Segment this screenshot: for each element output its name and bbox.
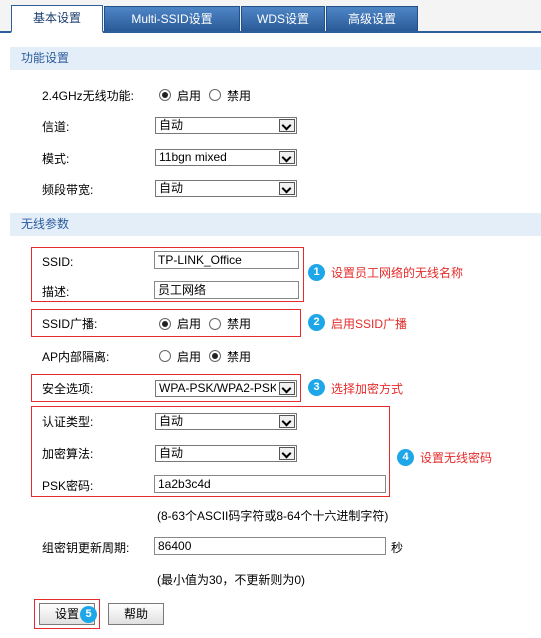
annotation-text-2: 启用SSID广播 [331,317,408,331]
annotation-text-4: 设置无线密码 [420,451,493,465]
mode-label: 模式: [42,152,70,166]
annotation-badge-1: 1 [308,264,325,281]
security-select-value: WPA-PSK/WPA2-PSK [159,381,276,395]
chevron-down-icon [279,415,295,428]
broadcast-disable-radio[interactable] [209,318,221,330]
security-label: 安全选项: [42,382,94,396]
group-key-renew-input[interactable]: 86400 [154,537,386,555]
broadcast-disable-label: 禁用 [227,317,252,331]
annotation-badge-3: 3 [308,379,325,396]
wireless-enable-label: 启用 [177,89,202,103]
ssid-input[interactable]: TP-LINK_Office [154,251,299,269]
wireless-enable-radio[interactable] [159,89,171,101]
desc-label: 描述: [42,285,70,299]
broadcast-enable-radio[interactable] [159,318,171,330]
chevron-down-icon [279,182,295,195]
wireless-params-title: 无线参数 [21,217,70,231]
encrypt-label: 加密算法: [42,447,94,461]
broadcast-enable-label: 启用 [177,317,202,331]
annotation-badge-2: 2 [308,314,325,331]
chevron-down-icon [279,382,295,395]
tab-advanced[interactable]: 高级设置 [326,6,418,31]
mode-select[interactable]: 11bgn mixed [155,149,297,166]
psk-label: PSK密码: [42,479,94,493]
isolation-disable-label: 禁用 [227,350,252,364]
psk-hint: (8-63个ASCII码字符或8-64个十六进制字符) [157,509,389,523]
desc-input[interactable]: 员工网络 [154,281,299,299]
isolation-enable-radio[interactable] [159,350,171,362]
security-select[interactable]: WPA-PSK/WPA2-PSK [155,380,297,397]
ssid-label: SSID: [42,255,74,269]
function-settings-header: 功能设置 [10,47,541,70]
ssid-broadcast-label: SSID广播: [42,317,98,331]
channel-label: 信道: [42,120,70,134]
psk-input[interactable]: 1a2b3c4d [154,475,386,493]
isolation-enable-label: 启用 [177,350,202,364]
wireless-function-label: 2.4GHz无线功能: [42,89,135,103]
annotation-text-1: 设置员工网络的无线名称 [331,266,464,280]
ap-isolation-label: AP内部隔离: [42,350,110,364]
encrypt-select[interactable]: 自动 [155,445,297,462]
channel-select[interactable]: 自动 [155,117,297,134]
tab-multi-ssid[interactable]: Multi-SSID设置 [104,6,240,31]
annotation-text-3: 选择加密方式 [331,382,404,396]
renew-hint: (最小值为30，不更新则为0) [157,573,306,587]
auth-type-select-value: 自动 [159,414,184,428]
chevron-down-icon [279,447,295,460]
bandwidth-select-value: 自动 [159,181,184,195]
channel-select-value: 自动 [159,118,184,132]
chevron-down-icon [279,151,295,164]
wireless-disable-label: 禁用 [227,89,252,103]
help-button[interactable]: 帮助 [108,603,164,625]
bandwidth-select[interactable]: 自动 [155,180,297,197]
annotation-badge-5: 5 [80,606,97,623]
chevron-down-icon [279,119,295,132]
encrypt-select-value: 自动 [159,446,184,460]
tab-wds[interactable]: WDS设置 [241,6,325,31]
wireless-disable-radio[interactable] [209,89,221,101]
function-settings-title: 功能设置 [21,51,70,65]
isolation-disable-radio[interactable] [209,350,221,362]
bandwidth-label: 频段带宽: [42,183,94,197]
renew-unit-label: 秒 [391,541,404,555]
mode-select-value: 11bgn mixed [159,150,227,164]
tab-bar: 基本设置 Multi-SSID设置 WDS设置 高级设置 [0,0,541,33]
wireless-params-header: 无线参数 [10,213,541,236]
auth-type-select[interactable]: 自动 [155,413,297,430]
auth-type-label: 认证类型: [42,415,94,429]
group-key-renew-label: 组密钥更新周期: [42,541,130,555]
annotation-badge-4: 4 [397,449,414,466]
tab-basic-settings[interactable]: 基本设置 [11,5,103,33]
